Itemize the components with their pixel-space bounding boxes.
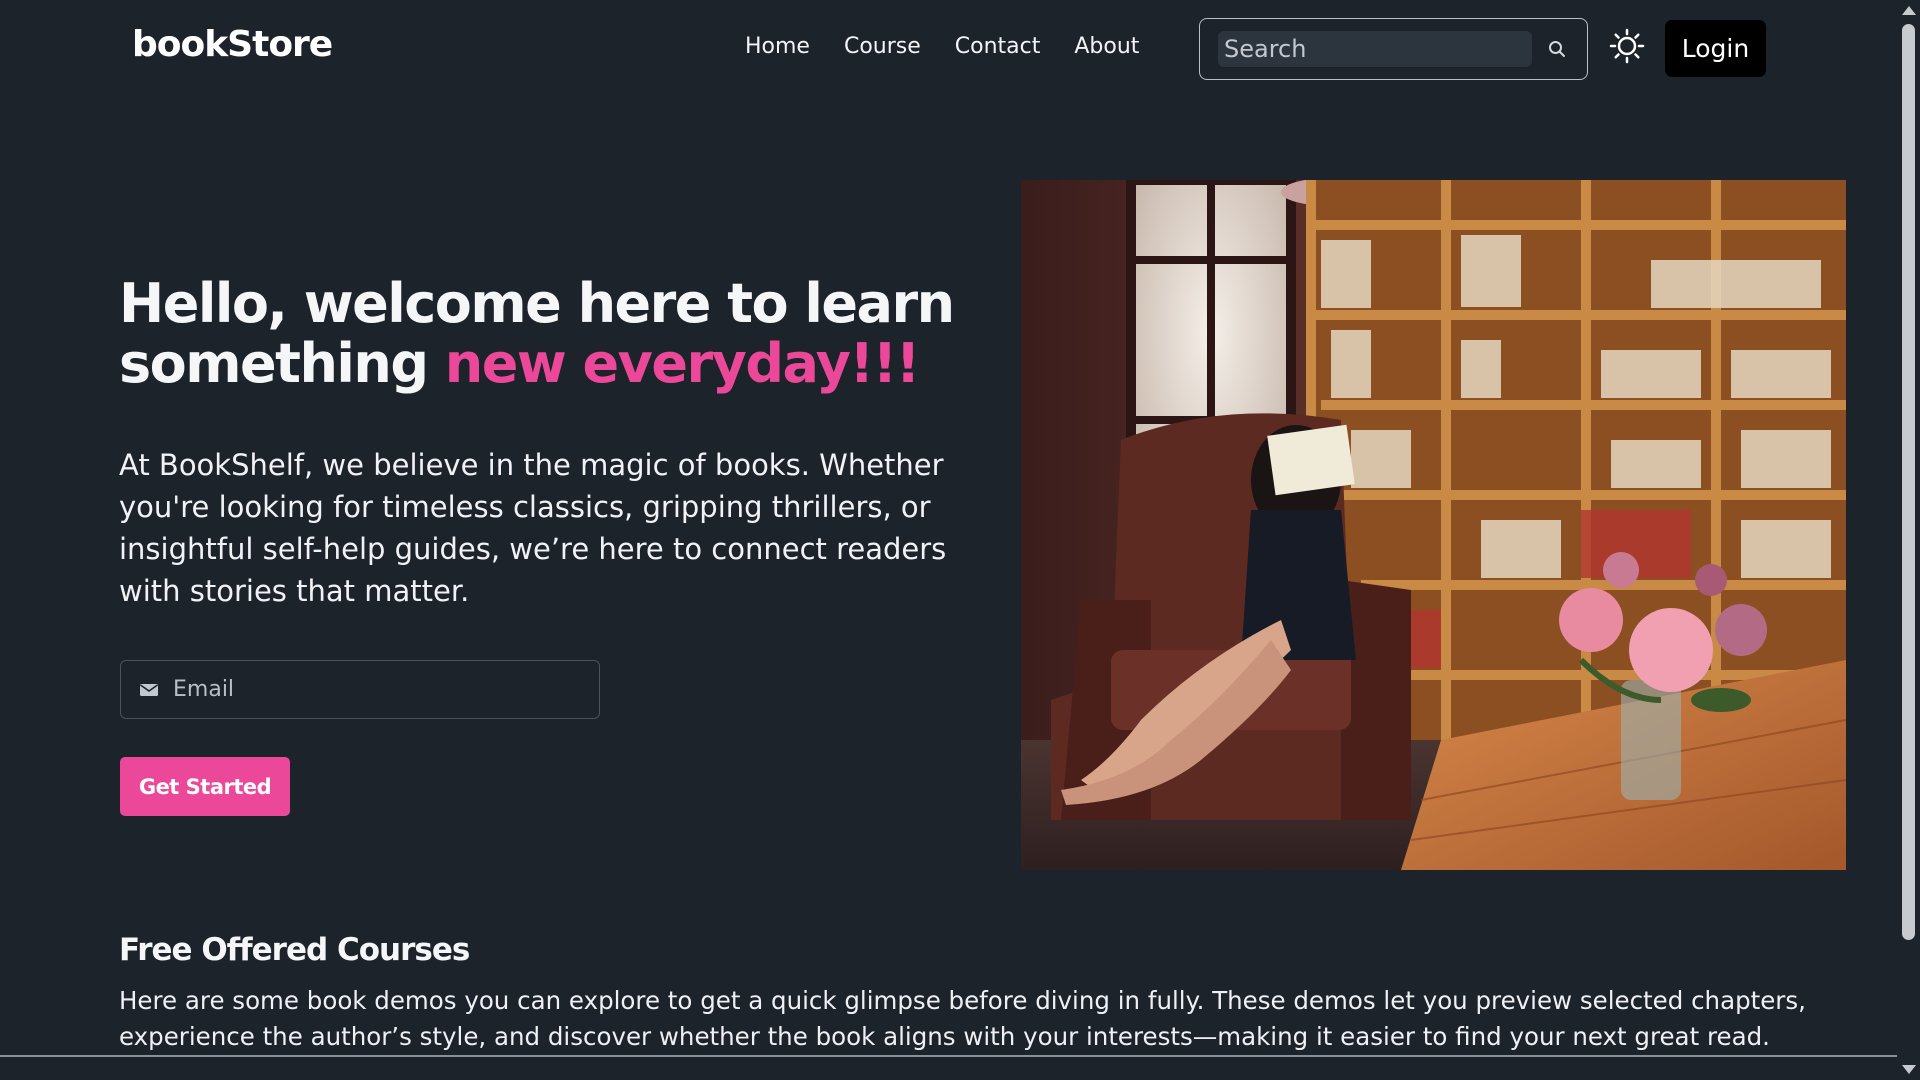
login-button[interactable]: Login bbox=[1665, 20, 1766, 77]
hero-title-accent: new everyday!!! bbox=[444, 332, 921, 395]
courses-description: Here are some book demos you can explore… bbox=[119, 986, 1806, 1051]
hero-title-line2: something bbox=[119, 332, 445, 395]
scroll-up-icon[interactable] bbox=[1902, 6, 1916, 15]
nav-link-contact[interactable]: Contact bbox=[955, 34, 1041, 59]
nav-link-course[interactable]: Course bbox=[844, 34, 921, 59]
hero-image bbox=[1021, 180, 1846, 870]
envelope-icon bbox=[139, 682, 159, 698]
sun-icon bbox=[1609, 28, 1645, 68]
navbar: bookStore Home Course Contact About Logi… bbox=[0, 0, 1897, 98]
courses-title: Free Offered Courses bbox=[119, 932, 470, 968]
nav-link-home[interactable]: Home bbox=[745, 34, 810, 59]
search-box bbox=[1199, 18, 1588, 80]
nav-link-about[interactable]: About bbox=[1074, 34, 1139, 59]
vertical-scrollbar[interactable] bbox=[1897, 0, 1920, 1080]
nav-links: Home Course Contact About bbox=[745, 34, 1173, 59]
hero-description: At BookShelf, we believe in the magic of… bbox=[119, 448, 947, 608]
email-input[interactable] bbox=[173, 677, 573, 702]
email-field bbox=[120, 660, 600, 719]
scroll-down-icon[interactable] bbox=[1902, 1065, 1916, 1074]
theme-toggle[interactable] bbox=[1607, 28, 1647, 68]
hero-title: Hello, welcome here to learn something n… bbox=[119, 274, 979, 394]
horizontal-divider bbox=[0, 1055, 1897, 1057]
hero-title-line1: Hello, welcome here to learn bbox=[119, 272, 955, 335]
scrollbar-thumb[interactable] bbox=[1902, 24, 1915, 940]
search-icon[interactable] bbox=[1546, 38, 1568, 60]
search-input[interactable] bbox=[1218, 31, 1532, 67]
brand-logo[interactable]: bookStore bbox=[132, 24, 333, 65]
get-started-button[interactable]: Get Started bbox=[120, 757, 290, 816]
